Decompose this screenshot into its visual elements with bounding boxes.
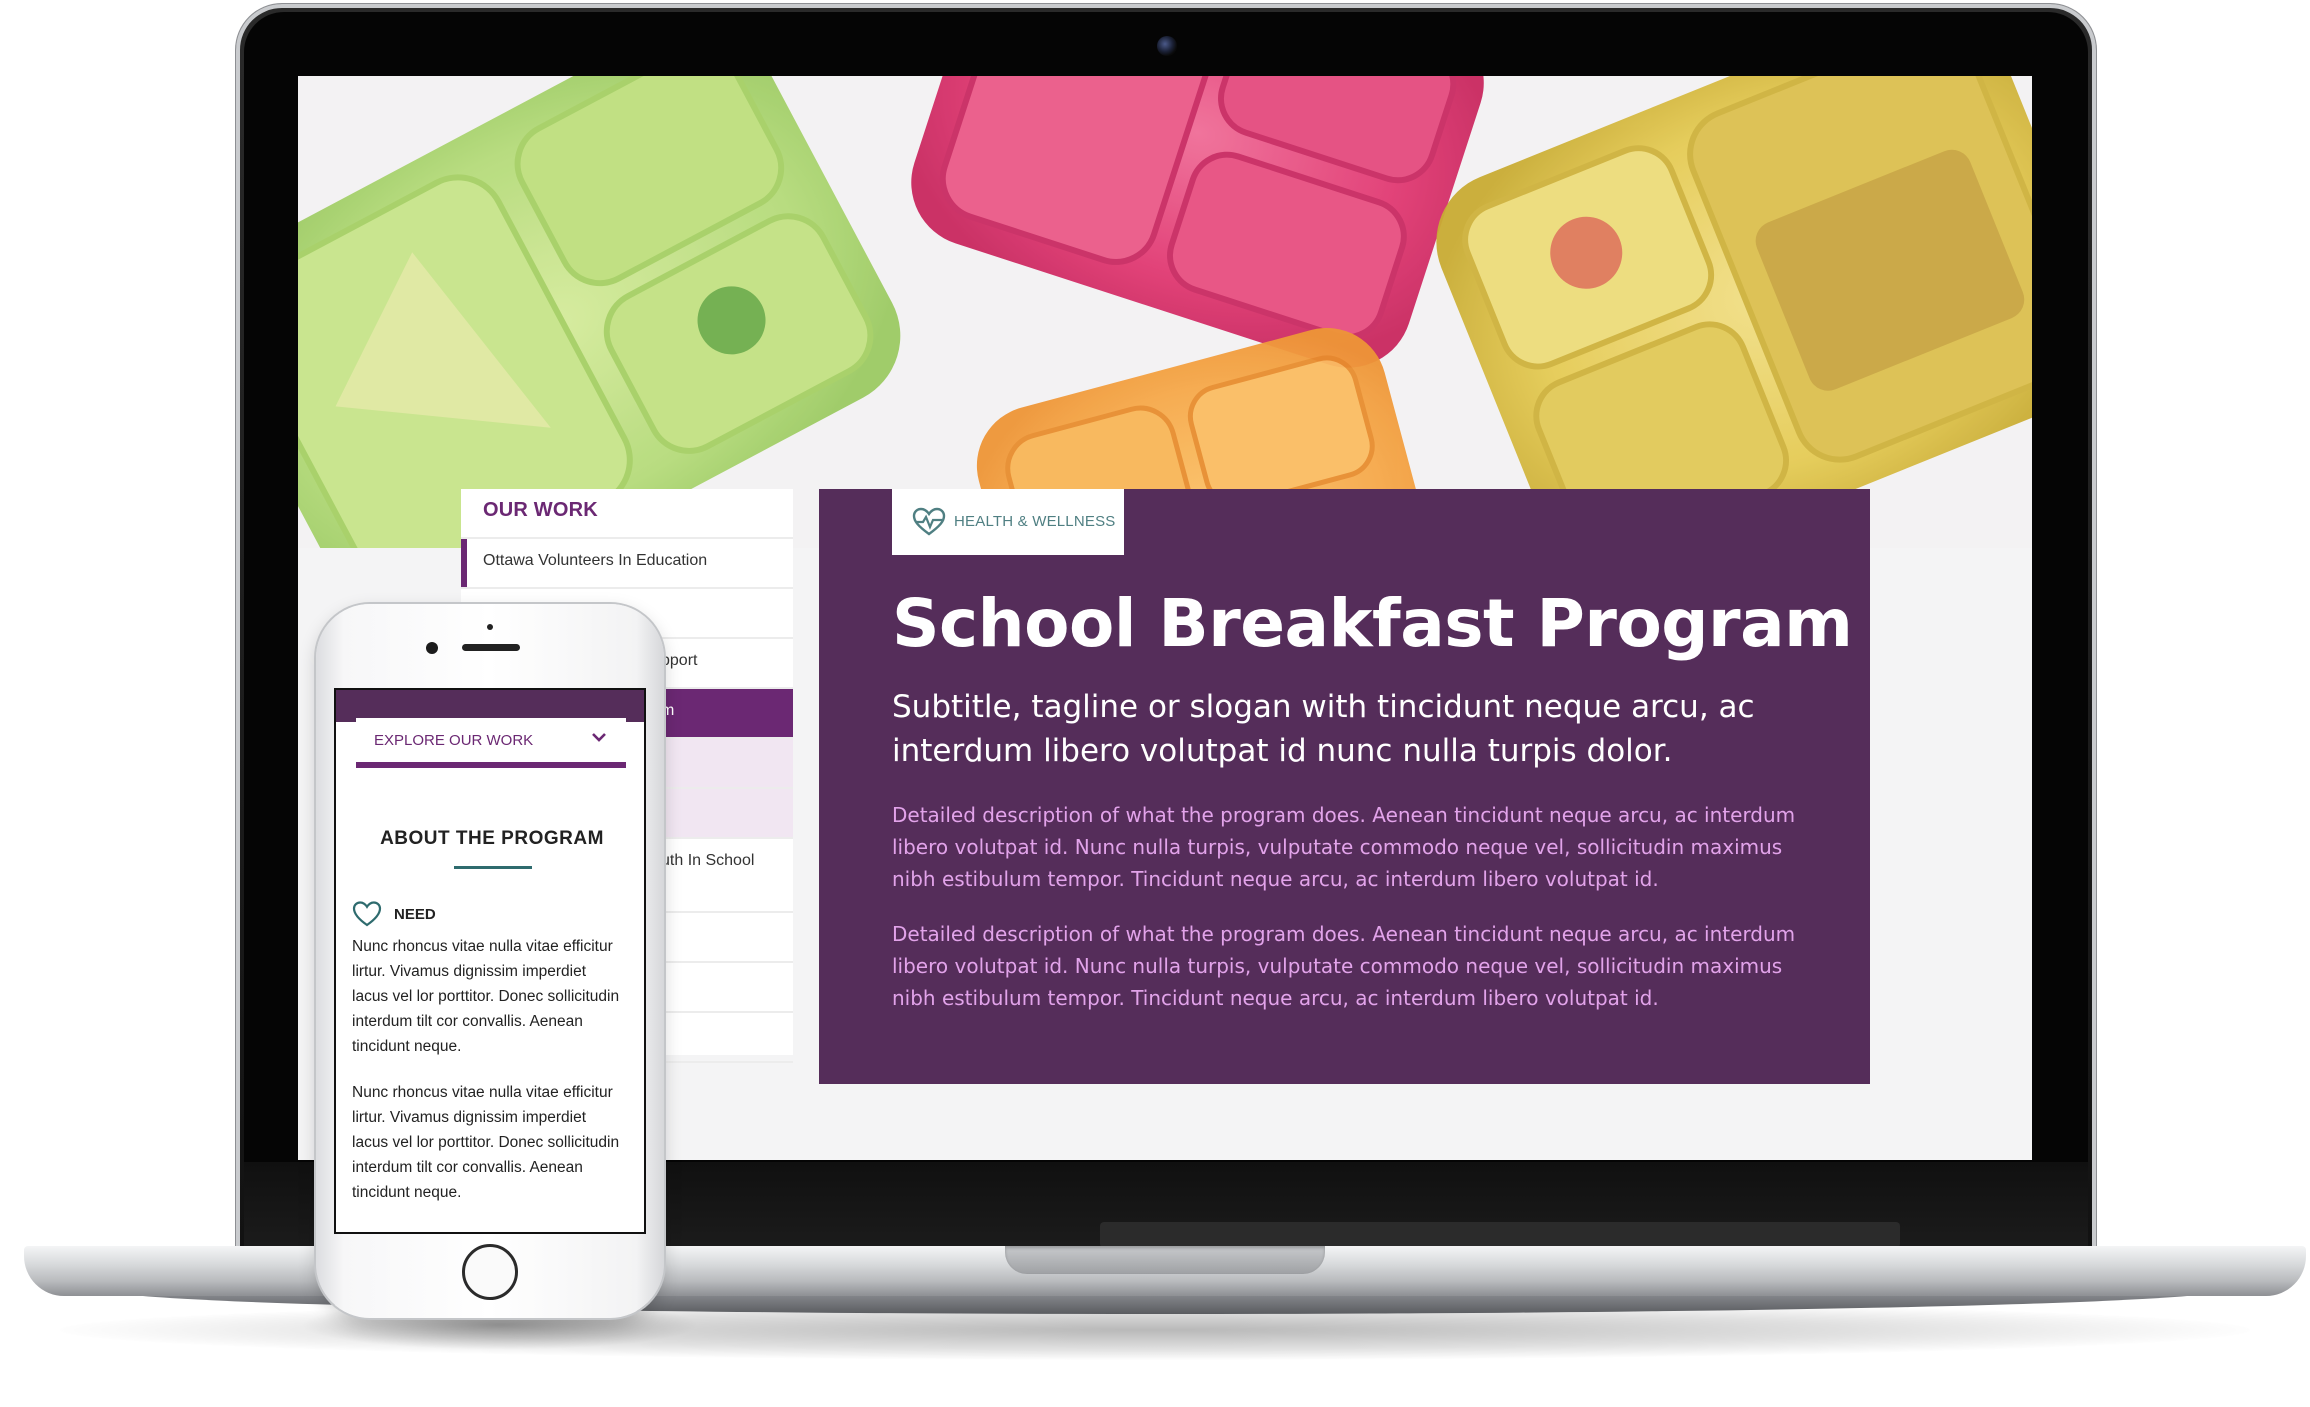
program-title: School Breakfast Program [892, 585, 1853, 662]
nav-item-indicator [461, 539, 467, 587]
need-paragraph: Nunc rhoncus vitae nulla vitae efficitur… [352, 938, 620, 1055]
explore-dropdown[interactable]: EXPLORE OUR WORK [356, 718, 626, 768]
program-card: HEALTH & WELLNESS School Breakfast Progr… [819, 489, 1870, 1084]
side-nav-item-label: uth In School [661, 852, 755, 869]
home-button[interactable] [462, 1244, 518, 1300]
webcam-icon [1157, 36, 1177, 56]
side-nav-item-label: Ottawa Volunteers In Education [483, 552, 708, 569]
hero-image [298, 76, 2032, 548]
heart-icon [352, 901, 382, 927]
category-tag-label: HEALTH & WELLNESS [954, 513, 1116, 530]
mobile-screen: EXPLORE OUR WORK ABOUT THE PROGRAM NEED … [334, 688, 646, 1234]
laptop-opening-notch [1005, 1246, 1325, 1274]
laptop-chin-strip [1100, 1222, 1900, 1248]
need-paragraph: Nunc rhoncus vitae nulla vitae efficitur… [352, 1084, 620, 1201]
phone-speaker [462, 644, 520, 651]
lunch-containers-image [298, 76, 2032, 548]
side-nav-title: OUR WORK [483, 499, 598, 521]
explore-dropdown-label: EXPLORE OUR WORK [374, 732, 534, 749]
need-label: NEED [394, 906, 436, 923]
side-nav-item[interactable]: Ottawa Volunteers In Education [461, 537, 793, 587]
side-nav-item-label: pport [661, 652, 698, 669]
about-heading: ABOUT THE PROGRAM [380, 828, 604, 849]
program-description: Detailed description of what the program… [892, 922, 1796, 1010]
heading-underline [454, 866, 532, 869]
category-tag[interactable]: HEALTH & WELLNESS [892, 489, 1124, 555]
program-description: Detailed description of what the program… [892, 803, 1796, 891]
program-subtitle: Subtitle, tagline or slogan with tincidu… [892, 689, 1755, 769]
phone-sensor-icon [487, 624, 493, 630]
chevron-down-icon [592, 733, 606, 742]
heartbeat-icon [912, 507, 946, 536]
phone-device: EXPLORE OUR WORK ABOUT THE PROGRAM NEED … [316, 604, 664, 1318]
phone-camera-icon [426, 642, 438, 654]
